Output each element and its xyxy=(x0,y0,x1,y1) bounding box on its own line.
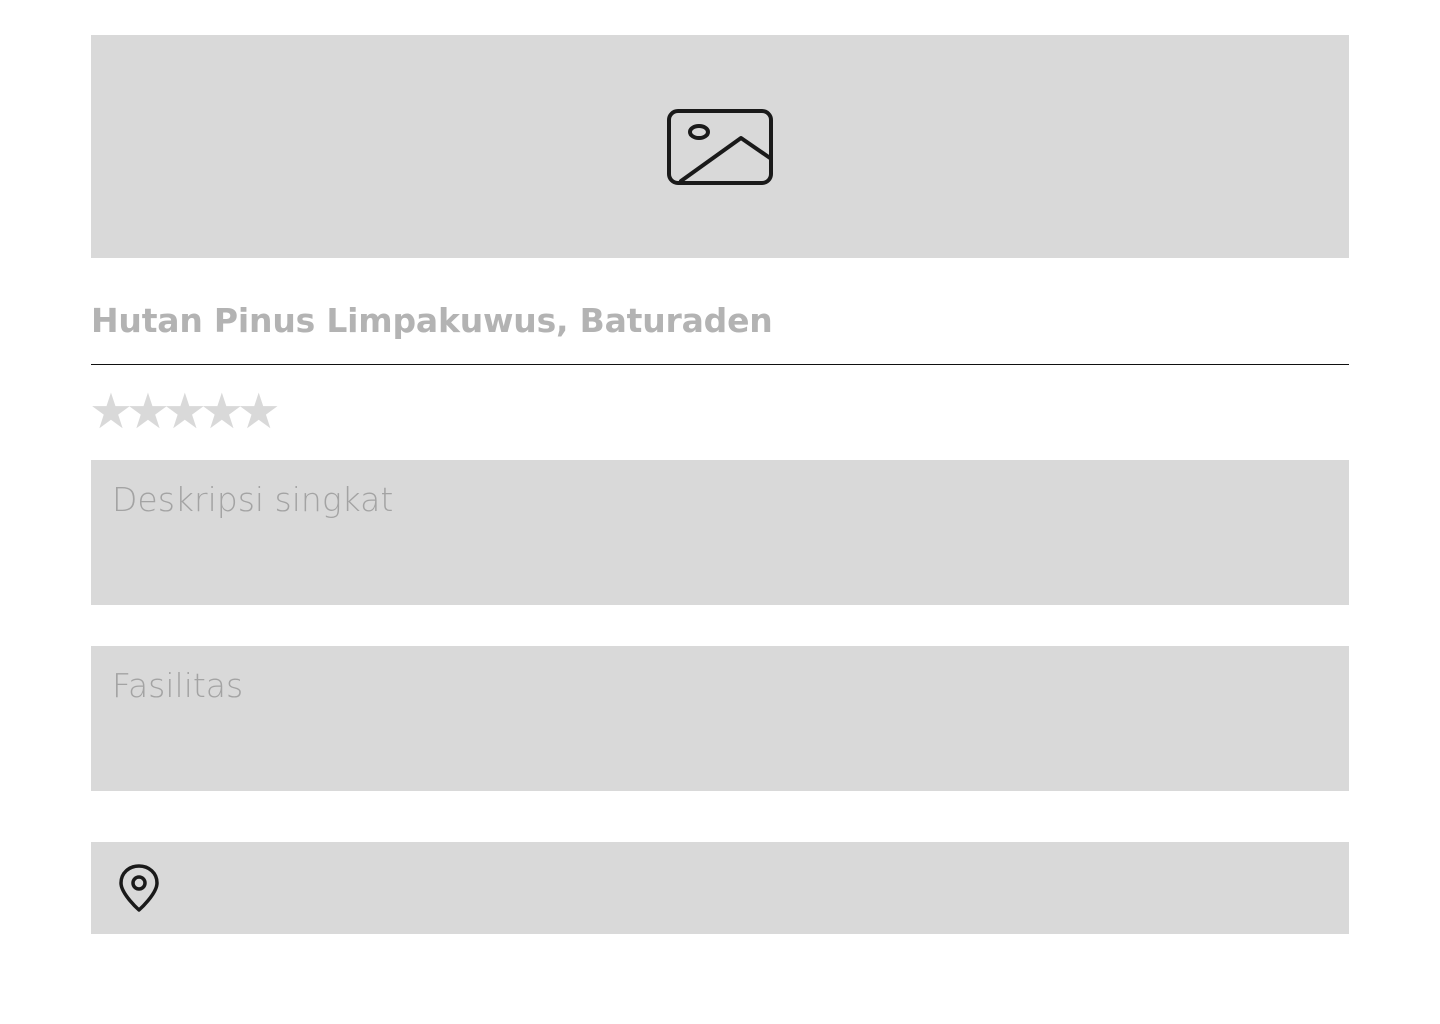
image-icon xyxy=(667,108,773,185)
map-pin-icon xyxy=(119,864,159,912)
location-field[interactable] xyxy=(91,842,1349,934)
facilities-textarea[interactable] xyxy=(91,646,1349,791)
title-section: Hutan Pinus Limpakuwus, Baturaden xyxy=(91,296,1349,365)
image-upload-area[interactable] xyxy=(91,35,1349,258)
place-title: Hutan Pinus Limpakuwus, Baturaden xyxy=(91,301,773,340)
place-form: Hutan Pinus Limpakuwus, Baturaden ★ ★ ★ ★ ★ xyxy=(0,0,1440,1024)
star-rating[interactable]: ★ ★ ★ ★ ★ xyxy=(89,384,281,440)
description-textarea[interactable] xyxy=(91,460,1349,605)
location-input[interactable] xyxy=(176,857,1329,919)
star-icon[interactable]: ★ xyxy=(237,384,281,440)
